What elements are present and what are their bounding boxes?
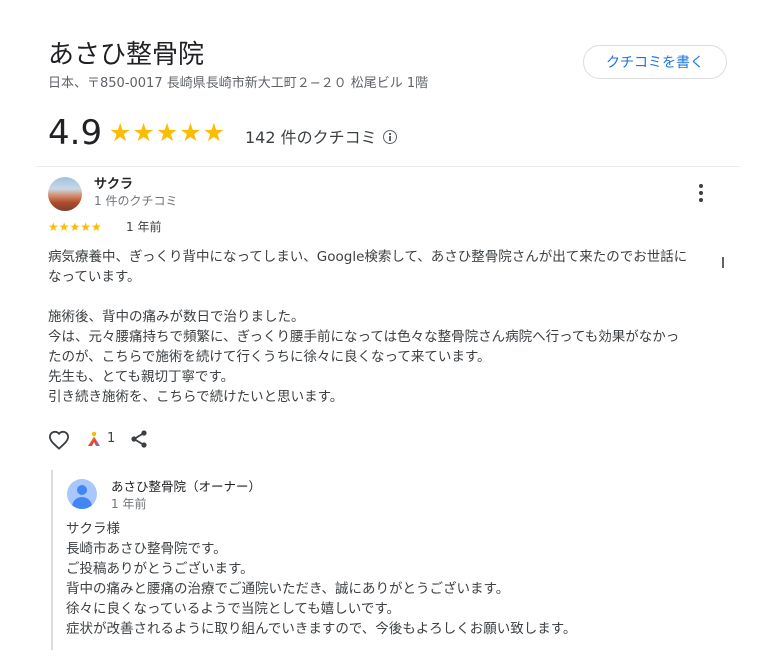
rating-stars: ★★★★★ bbox=[109, 118, 227, 147]
divider bbox=[36, 166, 740, 167]
business-address: 日本、〒850-0017 長崎県長崎市新大工町２−２０ 松尾ビル 1階 bbox=[48, 76, 429, 91]
review-line: 病気療養中、ぎっくり背中になってしまい、Google検索して、あさひ整骨院さんが… bbox=[48, 249, 688, 265]
review-line: 引き続き施術を、こちらで続けたいと思います。 bbox=[48, 389, 344, 405]
write-review-button[interactable]: クチコミを書く bbox=[583, 45, 727, 79]
owner-name: あさひ整骨院（オーナー） bbox=[111, 479, 262, 494]
review-line: なっています。 bbox=[48, 269, 141, 285]
info-icon[interactable] bbox=[383, 130, 397, 144]
owner-response-line: 徐々に良くなっているようで当院としても嬉しいです。 bbox=[66, 601, 400, 617]
review-paragraph-gap bbox=[48, 287, 728, 307]
reviewer-name[interactable]: サクラ bbox=[94, 176, 133, 193]
owner-response-bar bbox=[51, 470, 53, 650]
owner-response-text: サクラ様 長崎市あさひ整骨院です。 ご投稿ありがとうございます。 背中の痛みと腰… bbox=[66, 519, 726, 639]
more-vert-icon[interactable] bbox=[692, 182, 710, 204]
reviewer-review-count: 1 件のクチコミ bbox=[94, 194, 178, 208]
review-line: 今は、元々腰痛持ちで頻繁に、ぎっくり腰手前になっては色々な整骨院さん病院へ行って… bbox=[48, 329, 680, 345]
review-stars: ★★★★★ bbox=[48, 220, 102, 234]
review-count[interactable]: 142 件のクチコミ bbox=[245, 127, 377, 149]
review-line: たのが、こちらで施術を続けて行くうちに徐々に良くなって来ています。 bbox=[48, 349, 491, 365]
owner-response-line: 背中の痛みと腰痛の治療でご通院いただき、誠にありがとうございます。 bbox=[66, 581, 510, 597]
helpful-count: 1 bbox=[107, 431, 116, 446]
owner-response-line: サクラ様 bbox=[66, 521, 120, 537]
review-line: 先生も、とても親切丁寧です。 bbox=[48, 369, 235, 385]
review-time: 1 年前 bbox=[126, 220, 162, 234]
text-cursor bbox=[722, 257, 724, 268]
heart-icon[interactable] bbox=[48, 430, 70, 450]
business-name: あさひ整骨院 bbox=[48, 40, 205, 70]
person-avatar-icon bbox=[67, 479, 97, 509]
owner-response-line: 長崎市あさひ整骨院です。 bbox=[66, 541, 227, 557]
reviewer-avatar[interactable] bbox=[48, 177, 82, 211]
helpful-icon[interactable] bbox=[85, 431, 103, 447]
share-icon[interactable] bbox=[129, 429, 149, 449]
review-line: 施術後、背中の痛みが数日で治りました。 bbox=[48, 309, 305, 325]
owner-response-line: 症状が改善されるように取り組んでいきますので、今後もよろしくお願い致します。 bbox=[66, 621, 577, 637]
owner-response-time: 1 年前 bbox=[111, 497, 147, 511]
rating-score: 4.9 bbox=[48, 113, 103, 153]
owner-response-line: ご投稿ありがとうございます。 bbox=[66, 561, 254, 577]
review-text: 病気療養中、ぎっくり背中になってしまい、Google検索して、あさひ整骨院さんが… bbox=[48, 247, 728, 407]
